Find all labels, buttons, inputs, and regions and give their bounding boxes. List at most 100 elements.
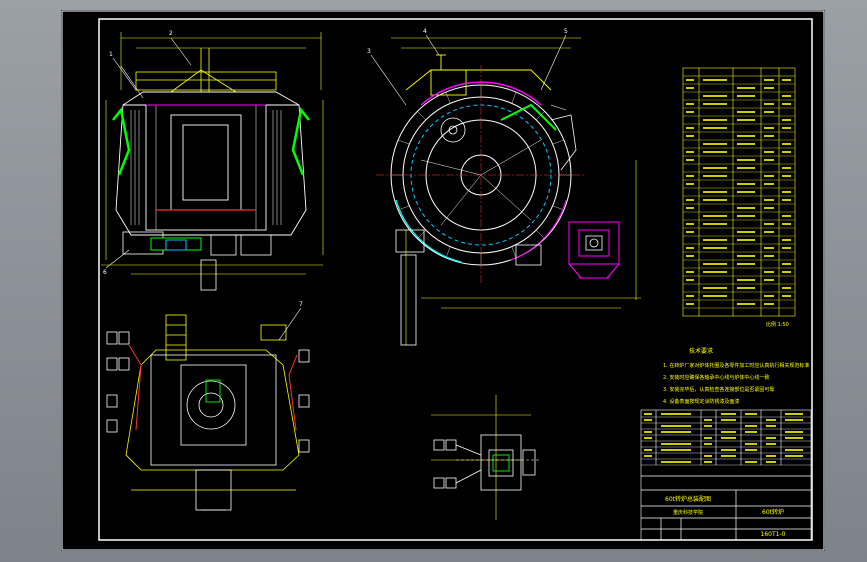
table-cell-text bbox=[782, 199, 791, 201]
table-cell-text bbox=[782, 175, 791, 177]
table-cell-text bbox=[764, 271, 774, 273]
scale-note: 比例 1:50 bbox=[766, 321, 789, 328]
table-cell-text bbox=[782, 151, 791, 153]
table-cell-text bbox=[703, 167, 727, 169]
table-cell-text bbox=[644, 449, 652, 451]
table-cell-text bbox=[644, 437, 652, 439]
table-cell-text bbox=[745, 425, 757, 427]
table-cell-text bbox=[764, 111, 774, 113]
table-cell-text bbox=[782, 95, 791, 97]
table-cell-text bbox=[782, 287, 791, 289]
table-cell-text bbox=[766, 461, 776, 463]
table-cell-text bbox=[703, 295, 727, 297]
leader-number: 6 bbox=[103, 269, 107, 276]
table-cell-text bbox=[686, 199, 694, 201]
table-cell-text bbox=[782, 263, 791, 265]
table-cell-text bbox=[764, 255, 774, 257]
table-cell-text bbox=[737, 111, 755, 113]
table-cell-text bbox=[737, 207, 755, 209]
table-cell-text bbox=[782, 127, 791, 129]
parts-table bbox=[682, 67, 796, 317]
table-cell-text bbox=[782, 239, 791, 241]
table-cell-text bbox=[686, 79, 694, 81]
leader-number: 1 bbox=[109, 51, 113, 58]
table-cell-text bbox=[661, 431, 691, 433]
table-cell-text bbox=[764, 295, 774, 297]
table-cell-text bbox=[782, 167, 791, 169]
table-cell-text bbox=[782, 215, 791, 217]
table-cell-text bbox=[737, 255, 755, 257]
table-cell-text bbox=[782, 223, 791, 225]
table-cell-text bbox=[737, 143, 755, 145]
table-cell-text bbox=[686, 159, 694, 161]
table-cell-text bbox=[764, 87, 774, 89]
table-cell-text bbox=[785, 455, 803, 457]
table-cell-text bbox=[686, 271, 694, 273]
table-cell-text bbox=[703, 247, 727, 249]
table-cell-text bbox=[782, 247, 791, 249]
leader-number: 4 bbox=[423, 28, 427, 35]
table-cell-text bbox=[703, 199, 727, 201]
table-cell-text bbox=[704, 437, 712, 439]
leader-number: 5 bbox=[564, 28, 568, 35]
table-cell-text bbox=[686, 207, 694, 209]
table-cell-text bbox=[785, 431, 803, 433]
table-cell-text bbox=[764, 199, 774, 201]
table-cell-text bbox=[721, 419, 736, 421]
product-name: 60t转炉 bbox=[762, 508, 784, 516]
table-cell-text bbox=[703, 223, 727, 225]
table-cell-text bbox=[737, 95, 755, 97]
table-cell-text bbox=[782, 103, 791, 105]
bom-table bbox=[640, 409, 812, 541]
table-cell-text bbox=[703, 143, 727, 145]
table-cell-text bbox=[704, 425, 712, 427]
table-cell-text bbox=[686, 255, 694, 257]
table-cell-text bbox=[703, 175, 727, 177]
table-cell-text bbox=[721, 431, 736, 433]
tech-req-line-4: 4. 设备表面按规定涂防锈漆及面漆 bbox=[663, 398, 739, 405]
table-cell-text bbox=[686, 303, 694, 305]
table-cell-text bbox=[686, 103, 694, 105]
leader-number: 2 bbox=[169, 30, 173, 37]
front-view bbox=[101, 32, 324, 291]
table-cell-text bbox=[704, 455, 712, 457]
table-cell-text bbox=[782, 119, 791, 121]
table-cell-text bbox=[703, 215, 727, 217]
tech-req-title: 技术要求 bbox=[689, 347, 713, 355]
table-cell-text bbox=[686, 295, 694, 297]
table-cell-text bbox=[686, 183, 694, 185]
leader-number: 3 bbox=[367, 48, 371, 55]
table-cell-text bbox=[737, 287, 755, 289]
table-cell-text bbox=[703, 103, 727, 105]
table-cell-text bbox=[737, 215, 755, 217]
table-cell-text bbox=[764, 79, 774, 81]
table-cell-text bbox=[721, 413, 736, 415]
tech-req-line-1: 1. 在转炉厂家对炉体托圈及各零件加工时应认真执行相关规范标准 bbox=[663, 362, 809, 369]
table-cell-text bbox=[644, 455, 652, 457]
table-cell-text bbox=[686, 87, 694, 89]
table-cell-text bbox=[764, 247, 774, 249]
table-cell-text bbox=[764, 303, 774, 305]
table-cell-text bbox=[745, 449, 757, 451]
table-cell-text bbox=[644, 413, 652, 415]
table-cell-text bbox=[782, 271, 791, 273]
drawing-canvas: 比例 1:50 技术要求 1. 在转炉厂家对炉体托圈及各零件加工时应认真执行相关… bbox=[61, 10, 825, 551]
table-cell-text bbox=[782, 143, 791, 145]
cad-viewport[interactable]: 比例 1:50 技术要求 1. 在转炉厂家对炉体托圈及各零件加工时应认真执行相关… bbox=[0, 0, 867, 562]
table-cell-text bbox=[782, 191, 791, 193]
table-cell-text bbox=[661, 461, 691, 463]
table-cell-text bbox=[737, 119, 755, 121]
side-view bbox=[370, 34, 641, 346]
table-cell-text bbox=[745, 461, 757, 463]
table-cell-text bbox=[686, 231, 694, 233]
table-cell-text bbox=[737, 231, 755, 233]
table-cell-text bbox=[703, 263, 727, 265]
table-cell-text bbox=[704, 419, 712, 421]
school-name: 重庆科技学院 bbox=[673, 509, 703, 516]
table-cell-text bbox=[782, 79, 791, 81]
table-cell-text bbox=[764, 127, 774, 129]
table-cell-text bbox=[661, 425, 691, 427]
drawing-title: 60t转炉总装配图 bbox=[665, 495, 711, 503]
table-cell-text bbox=[644, 419, 652, 421]
table-cell-text bbox=[737, 167, 755, 169]
